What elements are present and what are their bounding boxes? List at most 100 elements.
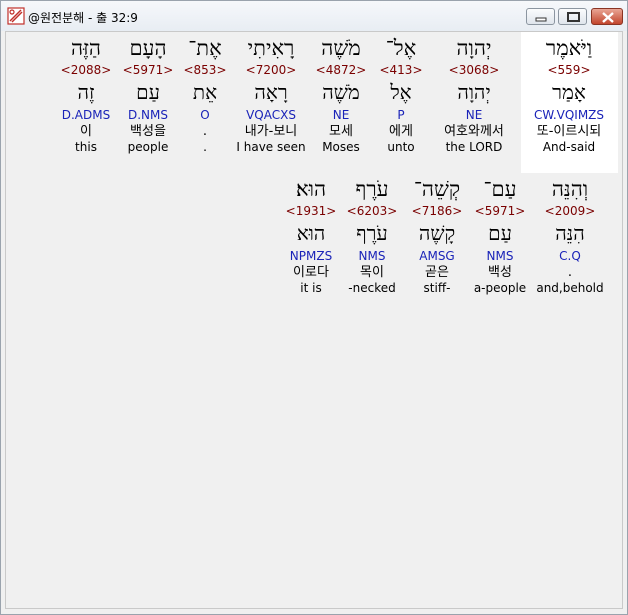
maximize-icon	[567, 12, 580, 22]
english-gloss: stiff-	[423, 281, 451, 295]
strong-number[interactable]: <5971>	[472, 203, 528, 219]
hebrew-word: וַיֹּאמֶר	[545, 36, 593, 60]
strong-number[interactable]: <7186>	[408, 203, 466, 219]
strong-number[interactable]: <1931>	[282, 203, 340, 219]
word-block[interactable]: הוּא׃ <1931> הוּא NPMZS 이로다 it is	[282, 175, 340, 296]
korean-gloss: 곧은	[425, 265, 449, 280]
hebrew-word: מֹשֶׁה	[321, 36, 361, 60]
hebrew-word: אֶת־	[188, 36, 222, 60]
lemma: אֵת	[192, 80, 218, 104]
strong-number[interactable]: <2088>	[58, 62, 114, 78]
lemma: הוּא	[296, 221, 326, 245]
morph-code: VQACXS	[246, 108, 296, 122]
app-window: @원전분해 - 출 32:9 וַיֹּאמֶר <559> אָמַר CW.…	[0, 0, 628, 615]
hebrew-word: רָאִיתִי	[247, 36, 295, 60]
window-title: @원전분해 - 출 32:9	[28, 11, 138, 25]
word-block[interactable]: מֹשֶׁה <4872> מֹשֶׁה NE 모세 Moses	[312, 34, 370, 155]
word-block[interactable]: יְהוָה <3068> יְהוָה NE 여호와께서 the LORD	[434, 34, 514, 155]
lemma: עַם	[136, 80, 160, 104]
lemma: מֹשֶׁה	[322, 80, 360, 104]
lemma: אֶל	[390, 80, 412, 104]
korean-gloss: 백성	[488, 265, 512, 280]
word-block[interactable]: קְשֵׁה־ <7186> קָשֶׁה AMSG 곧은 stiff-	[408, 175, 466, 296]
strong-number[interactable]: <5971>	[120, 62, 176, 78]
morph-code: AMSG	[419, 249, 455, 263]
strong-number[interactable]: <853>	[182, 62, 228, 78]
korean-gloss: 또-이르시되	[536, 124, 602, 139]
word-block[interactable]: הָעָם <5971> עַם D.NMS 백성을 people	[120, 34, 176, 155]
hebrew-word: הָעָם	[129, 36, 167, 60]
lemma: עֹרֶף	[356, 221, 388, 245]
morph-code: D.NMS	[127, 108, 168, 122]
lemma: עַם	[488, 221, 512, 245]
maximize-button[interactable]	[558, 8, 587, 25]
strong-number[interactable]: <413>	[377, 62, 425, 78]
morph-code: CW.VQIMZS	[533, 108, 605, 122]
strong-number[interactable]: <6203>	[344, 203, 400, 219]
hebrew-word: עֹרֶף	[355, 177, 389, 201]
hebrew-word: הַזֶּה	[70, 36, 101, 60]
lemma: הִנֵּה	[555, 221, 585, 245]
morph-code: NPMZS	[289, 249, 333, 263]
minimize-button[interactable]	[526, 8, 555, 25]
english-gloss: I have seen	[236, 140, 306, 154]
english-gloss: a-people	[473, 281, 527, 295]
hebrew-word: יְהוָה	[456, 36, 492, 60]
word-block[interactable]: רָאִיתִי <7200> רָאָה VQACXS 내가-보니 I hav…	[236, 34, 306, 155]
strong-number[interactable]: <7200>	[236, 62, 306, 78]
word-block[interactable]: אֶל־ <413> אֶל P 에게 unto	[377, 34, 425, 155]
lemma: קָשֶׁה	[418, 221, 456, 245]
morph-code: NMS	[358, 249, 386, 263]
morph-code: C.Q	[559, 249, 581, 263]
word-block[interactable]: וַיֹּאמֶר <559> אָמַר CW.VQIMZS 또-이르시되 A…	[526, 34, 612, 155]
hebrew-word: עַם־	[483, 177, 517, 201]
hebrew-word: קְשֵׁה־	[413, 177, 461, 201]
english-gloss: and,behold	[536, 281, 604, 295]
english-gloss: And-said	[542, 140, 596, 154]
english-gloss: the LORD	[445, 140, 503, 154]
strong-number[interactable]: <4872>	[312, 62, 370, 78]
lemma: זֶה	[77, 80, 95, 104]
lemma: רָאָה	[254, 80, 288, 104]
morph-code: NE	[332, 108, 350, 122]
korean-gloss: .	[567, 265, 573, 280]
strong-number[interactable]: <559>	[526, 62, 612, 78]
english-gloss: it is	[300, 281, 322, 295]
english-gloss: Moses	[322, 140, 360, 154]
korean-gloss: 목이	[360, 265, 384, 280]
english-gloss: -necked	[348, 281, 396, 295]
morph-code: O	[200, 108, 210, 122]
korean-gloss: 이로다	[293, 265, 329, 280]
english-gloss: unto	[387, 140, 415, 154]
app-icon	[7, 7, 25, 25]
english-gloss: this	[75, 140, 97, 154]
interlinear-panel[interactable]: וַיֹּאמֶר <559> אָמַר CW.VQIMZS 또-이르시되 A…	[5, 31, 623, 609]
word-block[interactable]: אֶת־ <853> אֵת O . .	[182, 34, 228, 155]
close-button[interactable]	[591, 8, 623, 25]
english-gloss: .	[203, 140, 207, 154]
word-block[interactable]: עֹרֶף <6203> עֹרֶף NMS 목이 -necked	[344, 175, 400, 296]
korean-gloss: 백성을	[130, 124, 166, 139]
word-block[interactable]: וְהִנֵּה <2009> הִנֵּה C.Q . and,behold	[534, 175, 606, 296]
korean-gloss: .	[202, 124, 208, 139]
korean-gloss: 이	[80, 124, 92, 139]
english-gloss: people	[127, 140, 169, 154]
morph-code: NE	[465, 108, 483, 122]
korean-gloss: 에게	[389, 124, 413, 139]
word-block[interactable]: הַזֶּה <2088> זֶה D.ADMS 이 this	[58, 34, 114, 155]
morph-code: D.ADMS	[61, 108, 111, 122]
korean-gloss: 여호와께서	[444, 124, 504, 139]
hebrew-word: וְהִנֵּה	[551, 177, 589, 201]
minimize-icon	[535, 17, 547, 22]
morph-code: NMS	[486, 249, 514, 263]
word-block[interactable]: עַם־ <5971> עַם NMS 백성 a-people	[472, 175, 528, 296]
title-bar[interactable]: @원전분해 - 출 32:9	[1, 1, 627, 31]
lemma: יְהוָה	[457, 80, 491, 104]
morph-code: P	[397, 108, 405, 122]
hebrew-word: הוּא׃	[295, 177, 327, 201]
lemma: אָמַר	[552, 80, 586, 104]
korean-gloss: 내가-보니	[244, 124, 298, 139]
strong-number[interactable]: <2009>	[534, 203, 606, 219]
hebrew-word: אֶל־	[385, 36, 417, 60]
strong-number[interactable]: <3068>	[434, 62, 514, 78]
